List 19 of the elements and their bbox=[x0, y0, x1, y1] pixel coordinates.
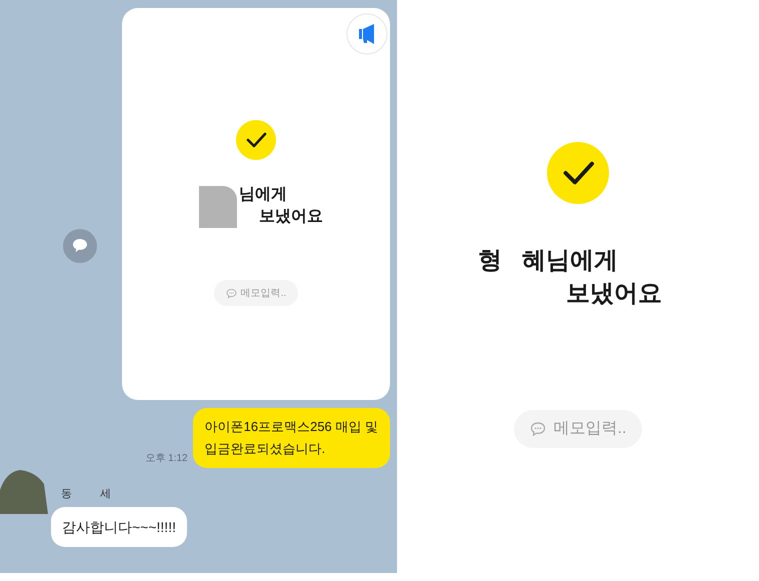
recipient-text: 형 bbox=[478, 246, 502, 276]
redaction-mark bbox=[199, 186, 237, 228]
check-icon bbox=[236, 120, 276, 160]
sent-status-text: 보냈어요 bbox=[259, 207, 323, 227]
memo-button[interactable]: 메모입력.. bbox=[214, 280, 298, 306]
check-icon bbox=[547, 142, 609, 204]
memo-button[interactable]: 메모입력.. bbox=[514, 410, 642, 448]
speech-bubble-icon bbox=[530, 421, 546, 437]
sender-name: 동 bbox=[61, 487, 72, 502]
chat-bubble-icon[interactable] bbox=[62, 229, 96, 263]
recipient-text: 혜님에게 bbox=[522, 246, 618, 276]
recipient-text: 님에게 bbox=[239, 185, 287, 205]
received-message: 감사합니다~~~!!!!! bbox=[51, 506, 187, 546]
megaphone-icon[interactable] bbox=[346, 13, 388, 55]
message-time: 오후 1:12 bbox=[145, 452, 188, 466]
sent-message: 아이폰16프로맥스256 매입 및 입금완료되셨습니다. bbox=[192, 408, 390, 468]
sender-name: 세 bbox=[100, 487, 111, 502]
speech-bubble-icon bbox=[226, 288, 237, 298]
sent-status-text: 보냈어요 bbox=[565, 279, 663, 309]
